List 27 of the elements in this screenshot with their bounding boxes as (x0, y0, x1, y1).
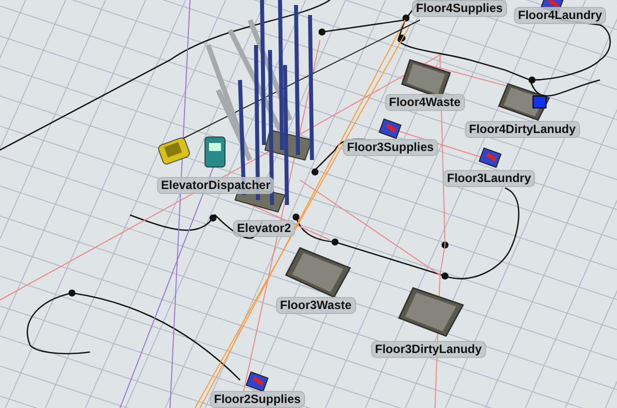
path-node (318, 28, 326, 36)
object-label: Floor4Waste (385, 94, 465, 111)
path-node (210, 214, 216, 222)
path-node (402, 14, 410, 22)
object-label: Floor2Supplies (210, 391, 305, 408)
path-node (528, 76, 536, 84)
operator-drawing (204, 136, 226, 168)
object-label: Floor4Laundry (514, 7, 606, 24)
object-label: Floor4Supplies (412, 0, 507, 17)
object-label: Floor3Supplies (343, 139, 438, 156)
path-node (398, 34, 406, 42)
object-label: Floor3DirtyLanudy (371, 341, 486, 358)
object-label: Floor3Laundry (443, 170, 536, 187)
source-icon (478, 147, 502, 168)
source-icon (378, 118, 402, 139)
path-node (442, 242, 448, 248)
object-label: Elevator2 (233, 220, 296, 237)
path-node (68, 290, 76, 296)
cart-drawing (156, 136, 192, 166)
object-label: ElevatorDispatcher (157, 177, 274, 194)
source-icon (246, 371, 269, 392)
path-node (442, 272, 448, 280)
path-node (332, 238, 338, 246)
object-label: Floor4DirtyLanudy (465, 121, 580, 138)
path-node (312, 168, 318, 176)
path-node (292, 214, 300, 220)
object-label: Floor3Waste (276, 297, 356, 314)
